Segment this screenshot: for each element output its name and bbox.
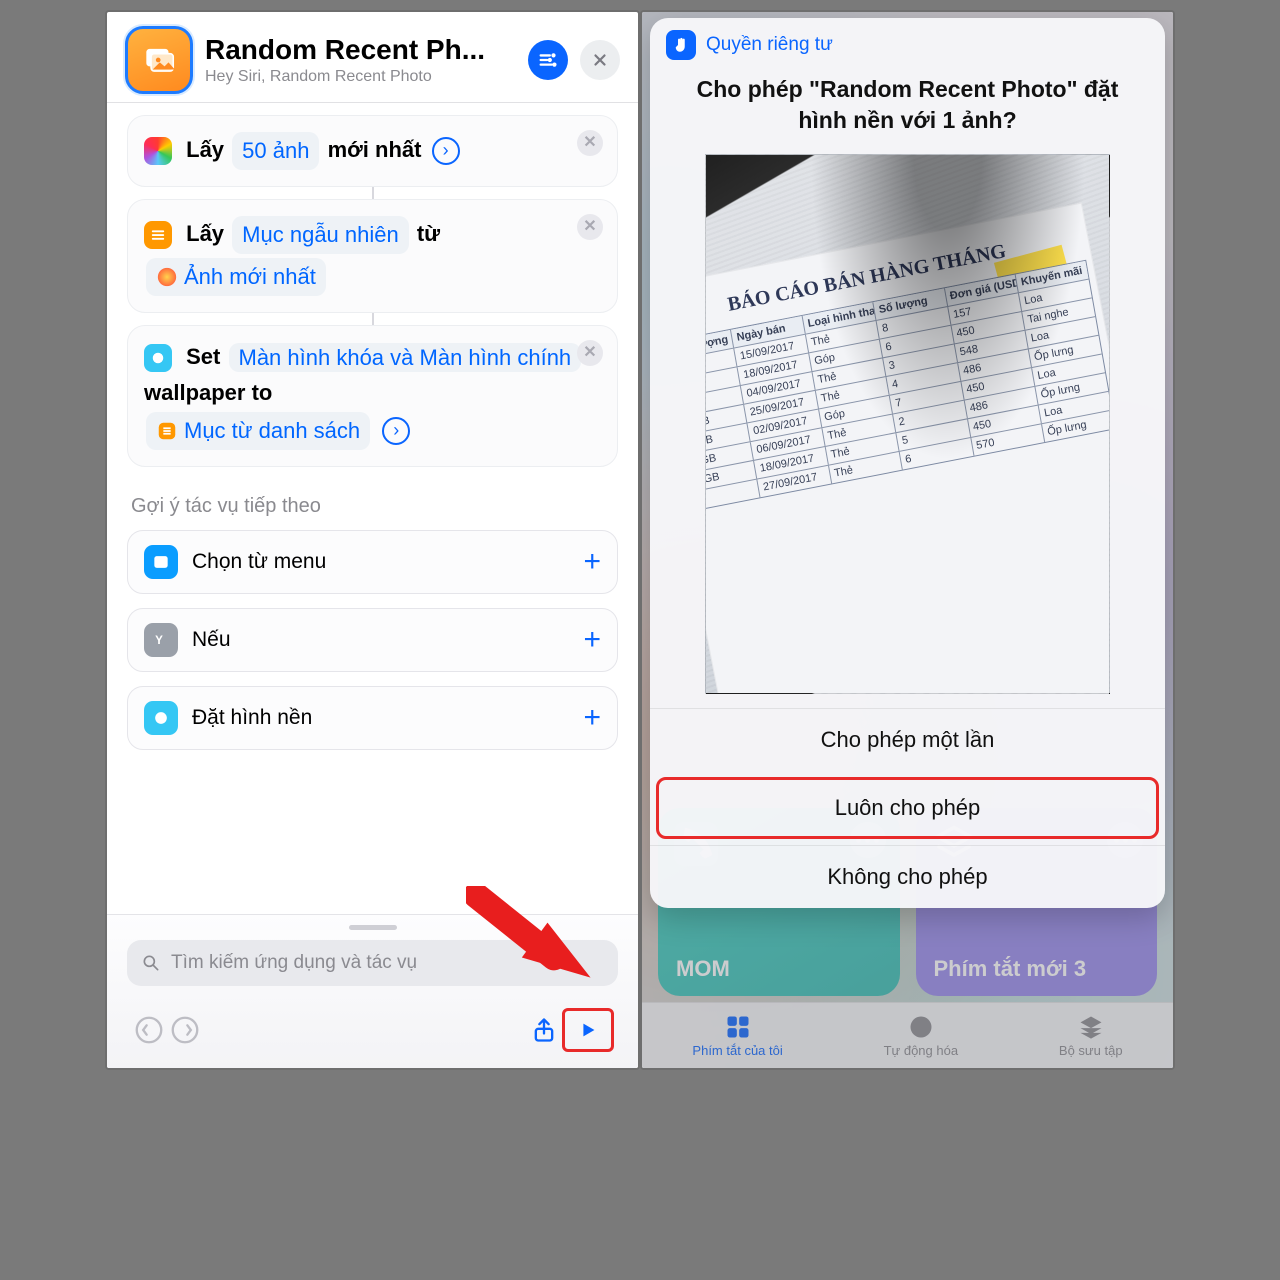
wallpaper-icon [144, 344, 172, 372]
wallpaper-preview: BÁO CÁO BÁN HÀNG THÁNG Dung lượngNgày bá… [705, 154, 1110, 694]
annotation-arrow [466, 886, 596, 996]
privacy-label: Quyền riêng tư [706, 34, 833, 56]
add-icon[interactable]: + [583, 701, 601, 735]
suggestions-heading: Gợi ý tác vụ tiếp theo [131, 495, 614, 518]
share-icon [530, 1016, 558, 1044]
expand-icon[interactable]: › [382, 417, 410, 445]
action-joiner: từ [417, 221, 440, 246]
suggestion-choose-menu[interactable]: Chọn từ menu + [127, 530, 618, 594]
undo-button[interactable] [131, 1012, 167, 1048]
photo-count-token[interactable]: 50 ảnh [232, 132, 319, 170]
undo-icon [135, 1016, 163, 1044]
action-verb: Lấy [186, 221, 224, 246]
share-button[interactable] [526, 1012, 562, 1048]
svg-text:Y: Y [155, 634, 163, 647]
action-set-wallpaper[interactable]: ✕ Set Màn hình khóa và Màn hình chính wa… [127, 325, 618, 466]
screens-token[interactable]: Màn hình khóa và Màn hình chính [229, 343, 582, 372]
menu-icon [144, 545, 178, 579]
list-icon [144, 221, 172, 249]
allow-once-button[interactable]: Cho phép một lần [650, 709, 1165, 771]
action-verb: Set [186, 344, 220, 369]
sheet-grabber[interactable] [349, 925, 397, 930]
privacy-sheet: Quyền riêng tư Cho phép "Random Recent P… [650, 18, 1165, 908]
action-mid: wallpaper to [144, 380, 272, 405]
photos-icon [156, 266, 178, 288]
search-icon [141, 953, 161, 973]
action-get-photos[interactable]: ✕ Lấy 50 ảnh mới nhất › [127, 115, 618, 187]
siri-phrase: Hey Siri, Random Recent Photo [205, 68, 516, 86]
wallpaper-icon [144, 701, 178, 735]
list-chip-icon [156, 420, 178, 442]
suggestion-if[interactable]: Y Nếu + [127, 608, 618, 672]
photos-stack-icon [140, 41, 178, 79]
action-suffix: mới nhất [328, 137, 422, 162]
random-token[interactable]: Mục ngẫu nhiên [232, 216, 409, 254]
shortcut-app-icon[interactable] [125, 26, 193, 94]
close-button[interactable] [580, 40, 620, 80]
action-random-item[interactable]: ✕ Lấy Mục ngẫu nhiên từ Ảnh mới nhất [127, 199, 618, 313]
branch-icon: Y [144, 623, 178, 657]
add-icon[interactable]: + [583, 545, 601, 579]
doc-title: BÁO CÁO BÁN HÀNG THÁNG [705, 203, 1092, 339]
photos-app-icon [144, 137, 172, 165]
close-icon [591, 51, 609, 69]
remove-action-icon[interactable]: ✕ [577, 340, 603, 366]
spreadsheet-table: Dung lượngNgày bánLoại hình thanh toánSố… [705, 260, 1110, 512]
always-allow-button[interactable]: Luôn cho phép [656, 777, 1159, 839]
action-verb: Lấy [186, 137, 224, 162]
remove-action-icon[interactable]: ✕ [577, 130, 603, 156]
run-button[interactable] [562, 1008, 614, 1052]
privacy-icon [666, 30, 696, 60]
redo-button[interactable] [167, 1012, 203, 1048]
privacy-prompt: Cho phép "Random Recent Photo" đặt hình … [650, 66, 1165, 154]
settings-button[interactable] [528, 40, 568, 80]
sliders-icon [537, 49, 559, 71]
play-icon [577, 1019, 599, 1041]
source-token[interactable]: Ảnh mới nhất [146, 258, 326, 296]
expand-icon[interactable]: › [432, 137, 460, 165]
redo-icon [171, 1016, 199, 1044]
hand-icon [672, 36, 690, 54]
suggestion-set-wallpaper[interactable]: Đặt hình nền + [127, 686, 618, 750]
add-icon[interactable]: + [583, 623, 601, 657]
shortcut-title[interactable]: Random Recent Ph... [205, 34, 516, 66]
dont-allow-button[interactable]: Không cho phép [650, 845, 1165, 908]
item-token[interactable]: Mục từ danh sách [146, 412, 370, 450]
remove-action-icon[interactable]: ✕ [577, 214, 603, 240]
